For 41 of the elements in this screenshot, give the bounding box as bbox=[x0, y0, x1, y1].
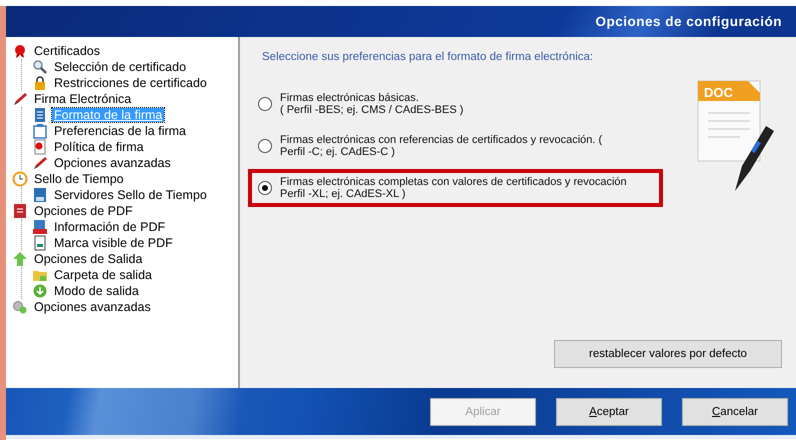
dialog-button[interactable]: Cancelar bbox=[682, 398, 788, 426]
window-title: Opciones de configuración bbox=[595, 14, 782, 29]
tree-item[interactable]: Información de PDF bbox=[52, 220, 168, 234]
reset-button[interactable]: restablecer valores por defecto bbox=[554, 340, 782, 368]
clock-icon bbox=[12, 171, 28, 187]
tree-item[interactable]: Preferencias de la firma bbox=[52, 124, 188, 138]
option-label: Firmas electrónicas completas con valores de certificados y revocación Perfil -XL; ej. CAdES-XL ) bbox=[280, 176, 627, 200]
tree-item[interactable]: Carpeta de salida bbox=[52, 268, 154, 282]
lock-icon bbox=[32, 75, 48, 91]
circle-icon bbox=[32, 283, 48, 299]
tree-item[interactable]: Certificados bbox=[32, 44, 102, 58]
tree-item[interactable]: Marca visible de PDF bbox=[52, 236, 175, 250]
option-label: Firmas electrónicas con referencias de certificados y revocación. ( Perfil -C; ej. CAdES-C ) bbox=[280, 134, 602, 158]
pen-icon bbox=[32, 155, 48, 171]
option-label: Firmas electrónicas básicas. ( Perfil -BES; ej. CMS / CAdES-BES ) bbox=[280, 92, 464, 116]
document-icon bbox=[32, 107, 48, 123]
ribbon-icon bbox=[12, 43, 28, 59]
tree-item[interactable]: Opciones avanzadas bbox=[52, 156, 173, 170]
search-icon bbox=[32, 59, 48, 75]
instruction-text: Seleccione sus preferencias para el formato de firma electrónica: bbox=[262, 51, 594, 63]
radio-button[interactable] bbox=[258, 97, 272, 111]
document-pen-drawing: DOC bbox=[690, 71, 776, 201]
dialog-button[interactable]: Aceptar bbox=[556, 398, 662, 426]
pen-icon bbox=[12, 91, 28, 107]
radio-button[interactable] bbox=[258, 181, 272, 195]
tree-item[interactable]: Política de firma bbox=[52, 140, 146, 154]
page-icon bbox=[32, 235, 48, 251]
tree-item[interactable]: Modo de salida bbox=[52, 284, 141, 298]
tree-item[interactable]: Sello de Tiempo bbox=[32, 172, 126, 186]
arrow-up-icon bbox=[12, 251, 28, 267]
clipboard-icon bbox=[32, 123, 48, 139]
floppy-icon bbox=[32, 187, 48, 203]
tree-item[interactable]: Firma Electrónica bbox=[32, 92, 134, 106]
document-icon bbox=[32, 139, 48, 155]
tree-item[interactable]: Opciones de Salida bbox=[32, 252, 144, 266]
tree-item[interactable]: Opciones avanzadas bbox=[32, 300, 153, 314]
tree-item[interactable]: Selección de certificado bbox=[52, 60, 188, 74]
tree-item[interactable]: Restricciones de certificado bbox=[52, 76, 209, 90]
tree-item[interactable]: Servidores Sello de Tiempo bbox=[52, 188, 209, 202]
radio-button[interactable] bbox=[258, 139, 272, 153]
tree-item[interactable]: Opciones de PDF bbox=[32, 204, 135, 218]
